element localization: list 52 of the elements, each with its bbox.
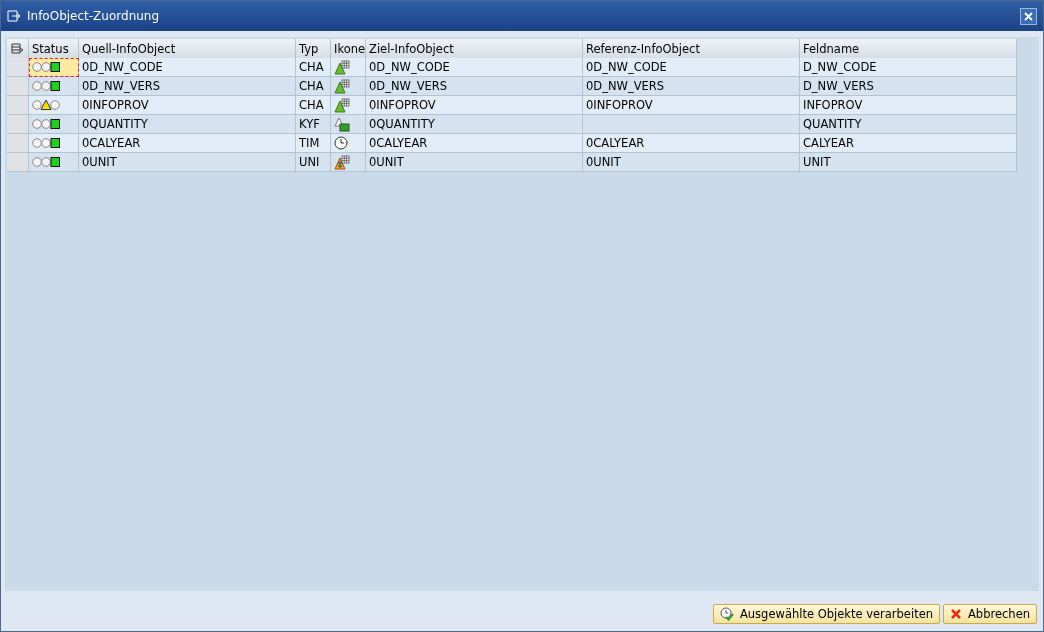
table-cell: CHA bbox=[296, 77, 331, 96]
window-title: InfoObject-Zuordnung bbox=[27, 9, 161, 23]
table-cell: INFOPROV bbox=[800, 96, 1017, 115]
table-cell: CALYEAR bbox=[800, 134, 1017, 153]
table-cell: 0INFOPROV bbox=[79, 96, 296, 115]
table-cell: 0D_NW_CODE bbox=[366, 58, 583, 77]
table-cell: CHA bbox=[296, 58, 331, 77]
close-button[interactable] bbox=[1020, 7, 1037, 25]
column-settings-button[interactable] bbox=[7, 39, 29, 58]
table-cell: 0CALYEAR bbox=[79, 134, 296, 153]
column-header[interactable]: Quell-InfoObject bbox=[79, 39, 296, 58]
process-button[interactable]: Ausgewählte Objekte verarbeiten bbox=[712, 604, 940, 624]
window-icon bbox=[7, 10, 21, 22]
table-cell: 0CALYEAR bbox=[366, 134, 583, 153]
status-cell[interactable] bbox=[29, 58, 79, 77]
cross-icon bbox=[950, 608, 962, 620]
status-cell[interactable] bbox=[29, 115, 79, 134]
table-cell: 0INFOPROV bbox=[366, 96, 583, 115]
table-cell: 0QUANTITY bbox=[366, 115, 583, 134]
table-cell: QUANTITY bbox=[800, 115, 1017, 134]
column-header[interactable]: Feldname bbox=[800, 39, 1017, 58]
table-cell: KYF bbox=[296, 115, 331, 134]
table-cell: 0D_NW_CODE bbox=[583, 58, 800, 77]
cancel-button[interactable]: Abbrechen bbox=[943, 604, 1037, 624]
table-cell: 0INFOPROV bbox=[583, 96, 800, 115]
table-cell: CHA bbox=[296, 96, 331, 115]
status-cell[interactable] bbox=[29, 96, 79, 115]
table-cell: 0D_NW_VERS bbox=[79, 77, 296, 96]
column-header[interactable]: Ikone bbox=[331, 39, 366, 58]
clock-check-icon bbox=[719, 607, 734, 621]
table-cell: 0D_NW_VERS bbox=[366, 77, 583, 96]
table-cell: TIM bbox=[296, 134, 331, 153]
table-cell: 0CALYEAR bbox=[583, 134, 800, 153]
table-cell: 0UNIT bbox=[583, 153, 800, 172]
table-cell: 0UNIT bbox=[366, 153, 583, 172]
table-cell: 0D_NW_VERS bbox=[583, 77, 800, 96]
column-header[interactable]: Ziel-InfoObject bbox=[366, 39, 583, 58]
table-cell: UNIT bbox=[800, 153, 1017, 172]
table-cell: 0UNIT bbox=[79, 153, 296, 172]
close-icon bbox=[1024, 11, 1033, 21]
table-cell: 0D_NW_CODE bbox=[79, 58, 296, 77]
table-cell: D_NW_CODE bbox=[800, 58, 1017, 77]
status-cell[interactable] bbox=[29, 134, 79, 153]
table-cell: D_NW_VERS bbox=[800, 77, 1017, 96]
table-cell: 0QUANTITY bbox=[79, 115, 296, 134]
table-cell: UNI bbox=[296, 153, 331, 172]
status-cell[interactable] bbox=[29, 153, 79, 172]
column-header[interactable]: Status bbox=[29, 39, 79, 58]
column-header[interactable]: Referenz-InfoObject bbox=[583, 39, 800, 58]
column-header[interactable]: Typ bbox=[296, 39, 331, 58]
layout-icon bbox=[11, 43, 24, 54]
status-cell[interactable] bbox=[29, 77, 79, 96]
